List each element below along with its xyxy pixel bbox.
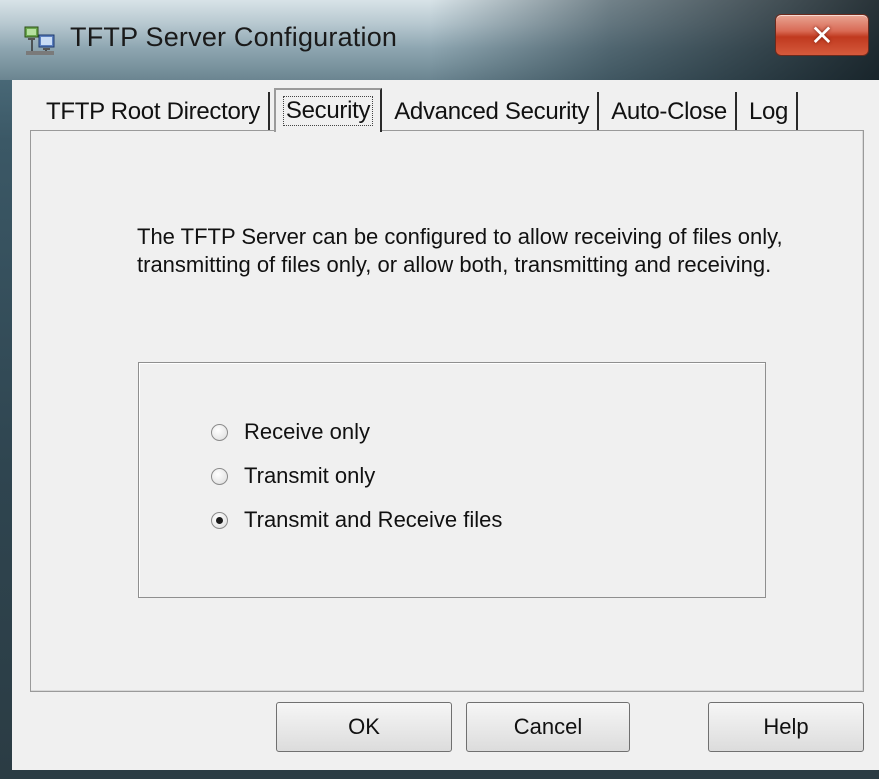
- radio-transmit-only[interactable]: Transmit only: [211, 463, 375, 489]
- radio-label: Transmit only: [244, 463, 376, 488]
- tab-label: Log: [748, 98, 789, 125]
- tab-label: Advanced Security: [394, 98, 590, 125]
- radio-button[interactable]: [211, 423, 228, 441]
- dialog-client-area: TFTP Root Directory Security Advanced Se…: [12, 80, 879, 770]
- radio-label: Transmit and Receive files: [244, 507, 503, 532]
- tab-label: Auto-Close: [611, 98, 727, 125]
- security-description: The TFTP Server can be configured to all…: [137, 224, 783, 277]
- network-computers-icon: [24, 25, 56, 57]
- tab-strip: TFTP Root Directory Security Advanced Se…: [38, 86, 802, 132]
- dialog-window: TFTP Server Configuration ✕ TFTP Root Di…: [0, 0, 879, 779]
- close-button[interactable]: ✕: [775, 14, 869, 56]
- tab-advanced-security[interactable]: Advanced Security: [386, 92, 600, 132]
- radio-button[interactable]: [211, 511, 228, 529]
- tab-security[interactable]: Security: [273, 88, 383, 132]
- radio-transmit-and-receive[interactable]: Transmit and Receive files: [211, 507, 502, 533]
- tab-label: TFTP Root Directory: [46, 98, 260, 125]
- radio-receive-only[interactable]: Receive only: [211, 419, 370, 445]
- transfer-mode-group: Receive only Transmit only Transmit and …: [138, 362, 766, 598]
- tab-label: Security: [282, 96, 374, 126]
- tab-log[interactable]: Log: [741, 92, 799, 132]
- tab-auto-close[interactable]: Auto-Close: [603, 92, 737, 132]
- radio-label: Receive only: [244, 419, 370, 444]
- radio-button[interactable]: [211, 467, 228, 485]
- help-button[interactable]: Help: [708, 702, 864, 752]
- security-tab-panel: The TFTP Server can be configured to all…: [30, 130, 864, 692]
- title-bar[interactable]: TFTP Server Configuration ✕: [0, 0, 879, 80]
- close-icon: ✕: [810, 19, 834, 51]
- cancel-button[interactable]: Cancel: [466, 702, 630, 752]
- tab-tftp-root-directory[interactable]: TFTP Root Directory: [38, 92, 270, 132]
- window-title: TFTP Server Configuration: [70, 22, 398, 52]
- ok-button[interactable]: OK: [276, 702, 452, 752]
